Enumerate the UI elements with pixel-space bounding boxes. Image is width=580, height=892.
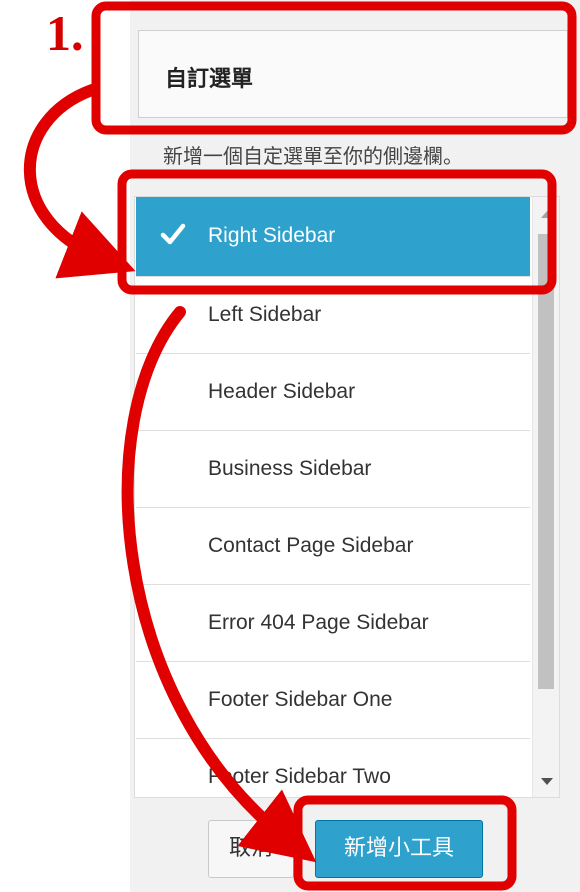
sidebar-option-contact-page-sidebar[interactable]: Contact Page Sidebar: [136, 508, 530, 585]
check-icon: [160, 223, 186, 245]
step-number-label: 1.: [46, 5, 84, 61]
sidebar-option-label: Left Sidebar: [208, 303, 322, 326]
sidebar-option-label: Footer Sidebar Two: [208, 765, 391, 788]
scrollbar-thumb[interactable]: [538, 234, 554, 689]
sidebar-option-business-sidebar[interactable]: Business Sidebar: [136, 431, 530, 508]
scroll-up-arrow-icon[interactable]: [541, 211, 553, 218]
cancel-button[interactable]: 取消: [208, 820, 294, 878]
arrow-title-to-sidebar: [23, 84, 136, 279]
sidebar-option-right-sidebar[interactable]: Right Sidebar: [136, 197, 530, 277]
sidebar-option-footer-sidebar-two[interactable]: Footer Sidebar Two: [136, 739, 530, 797]
sidebar-option-header-sidebar[interactable]: Header Sidebar: [136, 354, 530, 431]
sidebar-option-error-404-page-sidebar[interactable]: Error 404 Page Sidebar: [136, 585, 530, 662]
sidebar-list: Right Sidebar Left Sidebar Header Sideba…: [136, 197, 530, 797]
sidebar-option-label: Right Sidebar: [208, 224, 336, 247]
sidebar-option-footer-sidebar-one[interactable]: Footer Sidebar One: [136, 662, 530, 739]
add-widget-button[interactable]: 新增小工具: [315, 820, 483, 878]
list-scrollbar[interactable]: [532, 197, 559, 797]
sidebar-option-label: Error 404 Page Sidebar: [208, 611, 429, 634]
sidebar-option-label: Business Sidebar: [208, 457, 372, 480]
widget-header[interactable]: 自訂選單: [138, 30, 568, 118]
widget-title: 自訂選單: [165, 67, 254, 92]
sidebar-chooser: Right Sidebar Left Sidebar Header Sideba…: [134, 196, 560, 798]
scroll-down-arrow-icon[interactable]: [541, 778, 553, 785]
widget-description: 新增一個自定選單至你的側邊欄。: [163, 144, 463, 168]
sidebar-option-label: Footer Sidebar One: [208, 688, 393, 711]
sidebar-option-left-sidebar[interactable]: Left Sidebar: [136, 277, 530, 354]
sidebar-option-label: Contact Page Sidebar: [208, 534, 414, 557]
sidebar-option-label: Header Sidebar: [208, 380, 356, 403]
